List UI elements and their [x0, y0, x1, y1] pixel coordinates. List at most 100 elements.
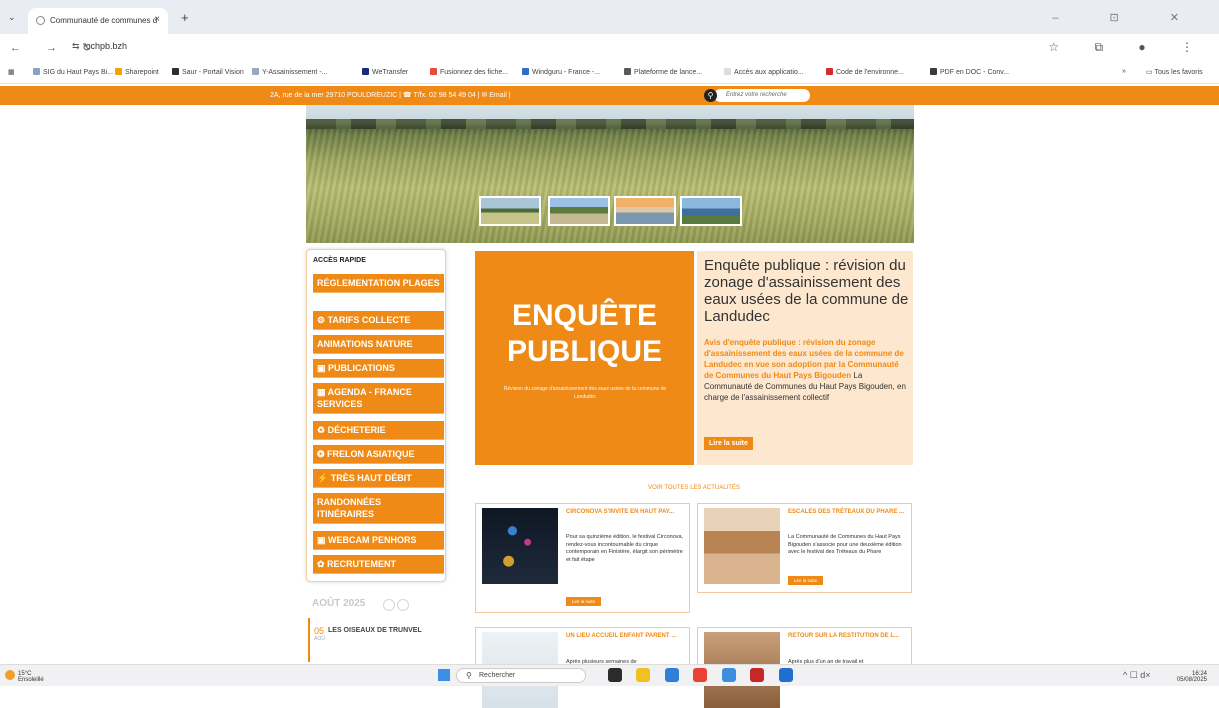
quick-link-decheterie[interactable]: ♻ DÉCHETERIE	[313, 421, 444, 440]
news-title[interactable]: RETOUR SUR LA RESTITUTION DE L...	[788, 633, 908, 640]
quick-link-randonnees[interactable]: RANDONNÉES ITINÉRAIRES	[313, 493, 444, 524]
bookmark-item[interactable]: Saur - Portail Vision	[172, 68, 244, 76]
news-image	[482, 508, 558, 584]
site-search-input[interactable]: Entrez votre recherche	[714, 89, 810, 102]
agenda-event[interactable]: 05 AOÛ LES OISEAUX DE TRUNVEL	[308, 618, 438, 662]
bookmark-icon	[826, 68, 833, 75]
news-card[interactable]: RETOUR SUR LA RESTITUTION DE L... Après …	[697, 627, 912, 708]
url-field[interactable]: cchpb.bzh	[86, 41, 127, 51]
slider-thumbnail[interactable]	[680, 196, 742, 226]
chrome-icon[interactable]	[693, 668, 708, 682]
apps-grid-icon[interactable]: ▦	[8, 68, 15, 76]
hero-field-texture	[306, 129, 914, 243]
acrobat-icon[interactable]	[750, 668, 765, 682]
outlook-icon[interactable]	[664, 668, 679, 682]
quick-link-publications[interactable]: ▣ PUBLICATIONS	[313, 359, 444, 378]
bookmark-item[interactable]: Plateforme de lance...	[624, 68, 702, 76]
file-explorer-icon[interactable]	[636, 668, 651, 682]
prev-month-icon[interactable]	[383, 599, 395, 611]
agenda-nav[interactable]	[383, 598, 411, 616]
news-read-more-button[interactable]: Lire la suite	[566, 597, 602, 606]
read-more-button[interactable]: Lire la suite	[704, 437, 753, 450]
quick-link-frelon[interactable]: ❂ FRELON ASIATIQUE	[313, 445, 444, 464]
all-bookmarks-folder[interactable]: ▭ Tous les favoris	[1146, 68, 1203, 76]
search-icon: ⚲	[466, 671, 472, 680]
quick-link-animations[interactable]: ANIMATIONS NATURE	[313, 335, 444, 354]
bookmark-icon	[362, 68, 369, 75]
featured-image-caption: Révision du zonage d'assainissement des …	[503, 386, 667, 400]
bookmark-item[interactable]: Y-Assainissement -...	[252, 68, 328, 76]
bookmark-item[interactable]: Windguru - France -...	[522, 68, 600, 76]
news-image	[704, 508, 780, 584]
featured-image-heading: ENQUÊTE PUBLIQUE	[506, 299, 662, 368]
site-favicon-icon	[36, 16, 45, 25]
bookmark-icon	[252, 68, 259, 75]
system-tray-icons[interactable]: ^ ☐ d×	[1123, 670, 1151, 681]
quick-link-reglementation[interactable]: RÉGLEMENTATION PLAGES	[313, 274, 444, 293]
news-read-more-button[interactable]: Lire la suite	[788, 576, 824, 585]
window-controls[interactable]: – ⊡ ✕	[1052, 11, 1203, 24]
bookmark-icon	[115, 68, 122, 75]
taskbar-search[interactable]: ⚲ Rechercher	[456, 668, 586, 683]
os-taskbar: 15°C Ensoleillé ⚲ Rechercher ^ ☐ d× 16:24 0…	[0, 664, 1219, 686]
bookmark-icon	[522, 68, 529, 75]
hero-banner	[306, 105, 914, 243]
taskbar-apps	[608, 668, 803, 687]
search-icon[interactable]: ⚲	[704, 89, 717, 102]
quick-link-recrutement[interactable]: ✿ RECRUTEMENT	[313, 555, 444, 574]
browser-toolbar-icons[interactable]: ☆ ⧉ ● ⋮	[1048, 40, 1209, 55]
see-all-news-link[interactable]: VOIR TOUTES LES ACTUALITÉS	[475, 485, 913, 491]
news-card[interactable]: ESCALES DES TRÉTEAUX DU PHARE ... La Com…	[697, 503, 912, 593]
quick-link-agenda[interactable]: ▦ AGENDA - FRANCE SERVICES	[313, 383, 444, 414]
clock[interactable]: 16:24 05/08/2025	[1177, 671, 1207, 683]
bookmark-item[interactable]: Fusionnez des fiche...	[430, 68, 508, 76]
bookmark-icon	[430, 68, 437, 75]
bookmark-item[interactable]: SIG du Haut Pays Bi...	[33, 68, 113, 76]
event-title: LES OISEAUX DE TRUNVEL	[328, 627, 422, 634]
word-icon[interactable]	[778, 668, 793, 682]
news-card[interactable]: CIRCONOVA S'INVITE EN HAUT PAY... Pour s…	[475, 503, 690, 613]
news-card[interactable]: UN LIEU ACCUEIL ENFANT PARENT ... Après …	[475, 627, 690, 708]
featured-image[interactable]: ENQUÊTE PUBLIQUE Révision du zonage d'ass…	[475, 251, 694, 465]
address-bar: ← → ↻ ⇆ cchpb.bzh ☆ ⧉ ● ⋮	[0, 34, 1219, 62]
bookmark-icon	[930, 68, 937, 75]
featured-article: Enquête publique : révision du zonage d'…	[697, 251, 913, 465]
news-title[interactable]: UN LIEU ACCUEIL ENFANT PARENT ...	[566, 633, 686, 640]
next-month-icon[interactable]	[397, 599, 409, 611]
quick-access-panel: ACCÈS RAPIDE RÉGLEMENTATION PLAGES ⚙ TAR…	[306, 249, 446, 582]
browser-tabstrip: ⌄ Communauté de communes d × + – ⊡ ✕	[0, 0, 1219, 34]
site-info-icon[interactable]: ⇆	[72, 41, 80, 52]
slider-thumbnail[interactable]	[548, 196, 610, 226]
featured-summary: Avis d'enquête publique : révision du zo…	[704, 338, 906, 402]
bookmark-item[interactable]: Sharepoint	[115, 68, 159, 76]
news-excerpt: La Communauté de Communes du Haut Pays B…	[788, 534, 902, 555]
browser-tab[interactable]: Communauté de communes d ×	[28, 8, 168, 34]
bookmark-item[interactable]: Accès aux applicatio...	[724, 68, 804, 76]
start-menu-icon[interactable]	[438, 669, 450, 681]
bookmarks-bar: ▦ SIG du Haut Pays Bi... Sharepoint Saur…	[0, 62, 1219, 84]
slider-thumbnail[interactable]	[479, 196, 541, 226]
bookmark-item[interactable]: Code de l'environne...	[826, 68, 904, 76]
event-month: AOÛ	[314, 636, 325, 642]
quick-access-title: ACCÈS RAPIDE	[313, 257, 366, 264]
featured-title[interactable]: Enquête publique : révision du zonage d'…	[704, 257, 909, 325]
weather-widget[interactable]: 15°C Ensoleillé	[18, 671, 44, 683]
tab-search-icon[interactable]: ⌄	[8, 12, 16, 23]
task-view-icon[interactable]	[608, 668, 622, 682]
tab-close-icon[interactable]: ×	[154, 14, 160, 25]
bookmark-icon	[33, 68, 40, 75]
new-tab-button[interactable]: +	[181, 10, 189, 25]
bookmark-item[interactable]: WeTransfer	[362, 68, 408, 76]
news-title[interactable]: ESCALES DES TRÉTEAUX DU PHARE ...	[788, 509, 908, 516]
bookmark-icon	[724, 68, 731, 75]
weather-sun-icon[interactable]	[5, 670, 15, 680]
quick-link-tarifs-collecte[interactable]: ⚙ TARIFS COLLECTE	[313, 311, 444, 330]
bookmark-item[interactable]: PDF en DOC - Conv...	[930, 68, 1009, 76]
news-title[interactable]: CIRCONOVA S'INVITE EN HAUT PAY...	[566, 509, 686, 516]
slider-thumbnail[interactable]	[614, 196, 676, 226]
remote-desktop-icon[interactable]	[721, 668, 736, 682]
quick-link-tres-haut-debit[interactable]: ⚡ TRÈS HAUT DÉBIT	[313, 469, 444, 488]
quick-link-webcam[interactable]: ▣ WEBCAM PENHORS	[313, 531, 444, 550]
bookmarks-overflow-icon[interactable]: »	[1122, 68, 1126, 75]
news-excerpt: Pour sa quinzième édition, le festival C…	[566, 534, 684, 563]
